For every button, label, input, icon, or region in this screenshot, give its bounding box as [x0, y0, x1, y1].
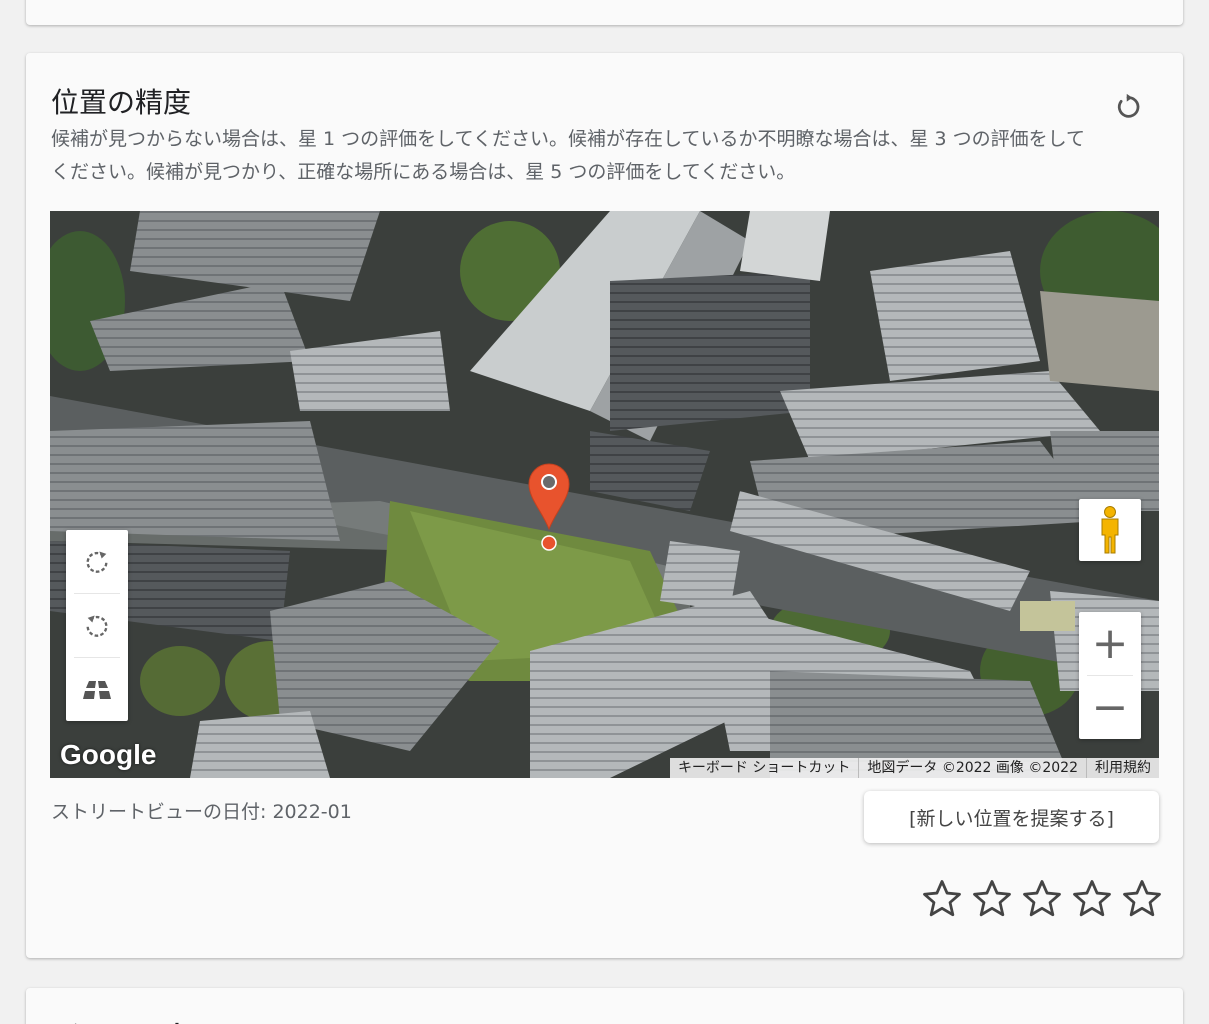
rotate-counterclockwise-icon — [86, 615, 108, 637]
zoom-out-button[interactable]: − — [1079, 676, 1141, 739]
star-5[interactable] — [1119, 876, 1165, 922]
previous-card — [26, 0, 1183, 25]
reset-button[interactable] — [1108, 87, 1148, 127]
star-2[interactable] — [969, 876, 1015, 922]
tilt-icon — [83, 680, 111, 699]
google-logo: Google — [60, 739, 157, 770]
next-section-title: どちらを表すか？ — [51, 1016, 275, 1024]
pegman-button[interactable] — [1079, 499, 1141, 561]
star-outline-icon — [973, 880, 1011, 917]
rotate-clockwise-button[interactable] — [66, 530, 128, 593]
map-data-attribution: 地図データ ©2022 画像 ©2022 — [858, 758, 1086, 778]
next-card: どちらを表すか？ — [26, 988, 1183, 1024]
map-rotate-controls — [66, 530, 128, 721]
star-3[interactable] — [1019, 876, 1065, 922]
section-description: 候補が見つからない場合は、星 1 つの評価をしてください。候補が存在しているか不… — [51, 128, 1086, 183]
streetview-date: ストリートビューの日付: 2022-01 — [51, 801, 352, 823]
star-outline-icon — [1073, 880, 1111, 917]
refresh-icon — [1117, 93, 1140, 118]
star-1[interactable] — [919, 876, 965, 922]
star-rating — [919, 876, 1165, 922]
location-accuracy-card: 位置の精度 候補が見つからない場合は、星 1 つの評価をしてください。候補が存在… — [26, 53, 1183, 958]
pegman-icon — [1101, 506, 1119, 554]
star-outline-icon — [1123, 880, 1161, 917]
star-outline-icon — [1023, 880, 1061, 917]
rotate-counterclockwise-button[interactable] — [66, 594, 128, 657]
zoom-controls: + − — [1079, 612, 1141, 739]
star-4[interactable] — [1069, 876, 1115, 922]
aerial-imagery — [50, 211, 1159, 778]
satellite-map[interactable]: + − Google キーボード ショートカット 地図データ ©2022 画像 … — [50, 211, 1159, 778]
zoom-in-button[interactable]: + — [1079, 612, 1141, 675]
terms-link[interactable]: 利用規約 — [1086, 758, 1159, 778]
rotate-clockwise-icon — [86, 551, 108, 573]
tilt-button[interactable] — [66, 658, 128, 721]
keyboard-shortcuts-link[interactable]: キーボード ショートカット — [670, 758, 858, 778]
suggest-location-button[interactable]: [新しい位置を提案する] — [864, 791, 1159, 843]
map-attribution: キーボード ショートカット 地図データ ©2022 画像 ©2022 利用規約 — [669, 758, 1159, 778]
star-outline-icon — [923, 880, 961, 917]
section-title: 位置の精度 — [51, 86, 192, 119]
